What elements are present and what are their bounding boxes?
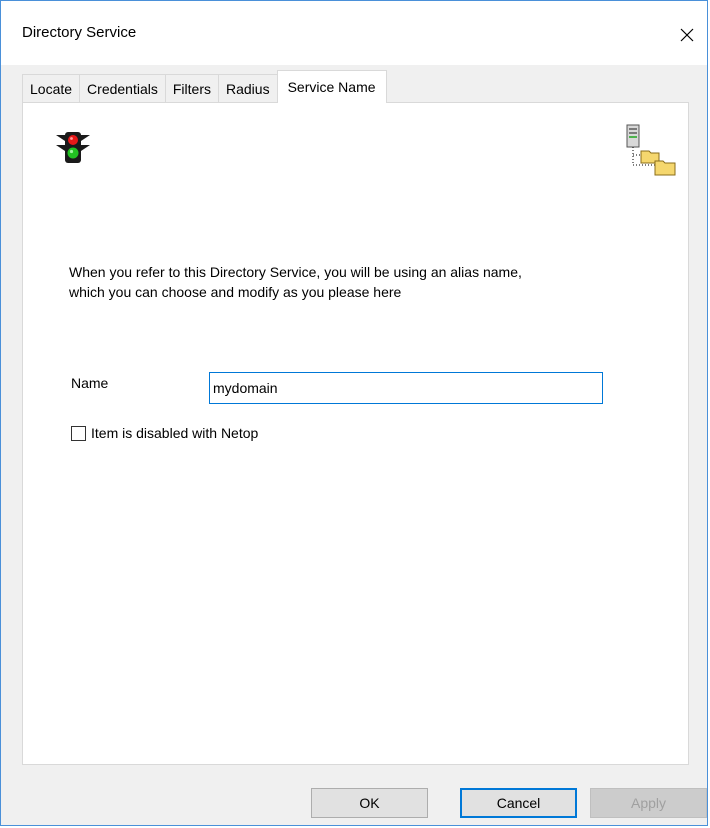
description-text: When you refer to this Directory Service… xyxy=(69,262,649,302)
apply-button[interactable]: Apply xyxy=(590,788,707,818)
name-label: Name xyxy=(71,375,109,391)
description-line-1: When you refer to this Directory Service… xyxy=(69,264,522,280)
tab-radius[interactable]: Radius xyxy=(218,74,278,103)
tab-locate[interactable]: Locate xyxy=(22,74,81,103)
apply-button-label: Apply xyxy=(630,795,667,811)
dialog-window: Directory Service Locate Credentials Fil… xyxy=(0,0,708,826)
ok-button[interactable]: OK xyxy=(311,788,428,818)
directory-tree-icon xyxy=(626,124,676,176)
cancel-button[interactable]: Cancel xyxy=(460,788,577,818)
disabled-checkbox-row[interactable]: Item is disabled with Netop xyxy=(71,425,258,441)
disabled-checkbox-label[interactable]: Item is disabled with Netop xyxy=(91,425,258,441)
close-icon xyxy=(680,28,694,42)
window-title: Directory Service xyxy=(22,24,137,41)
disabled-checkbox[interactable] xyxy=(71,425,86,441)
traffic-light-icon xyxy=(56,132,90,163)
tab-panel-service-name: When you refer to this Directory Service… xyxy=(22,102,689,765)
tab-credentials[interactable]: Credentials xyxy=(79,74,166,103)
description-line-2: which you can choose and modify as you p… xyxy=(69,284,402,300)
tab-service-name[interactable]: Service Name xyxy=(276,70,387,103)
tab-filters[interactable]: Filters xyxy=(164,74,219,103)
title-bar: Directory Service xyxy=(1,1,707,65)
name-input[interactable] xyxy=(209,372,603,404)
close-button[interactable] xyxy=(667,15,707,55)
tab-strip: Locate Credentials Filters Radius Servic… xyxy=(22,70,387,103)
